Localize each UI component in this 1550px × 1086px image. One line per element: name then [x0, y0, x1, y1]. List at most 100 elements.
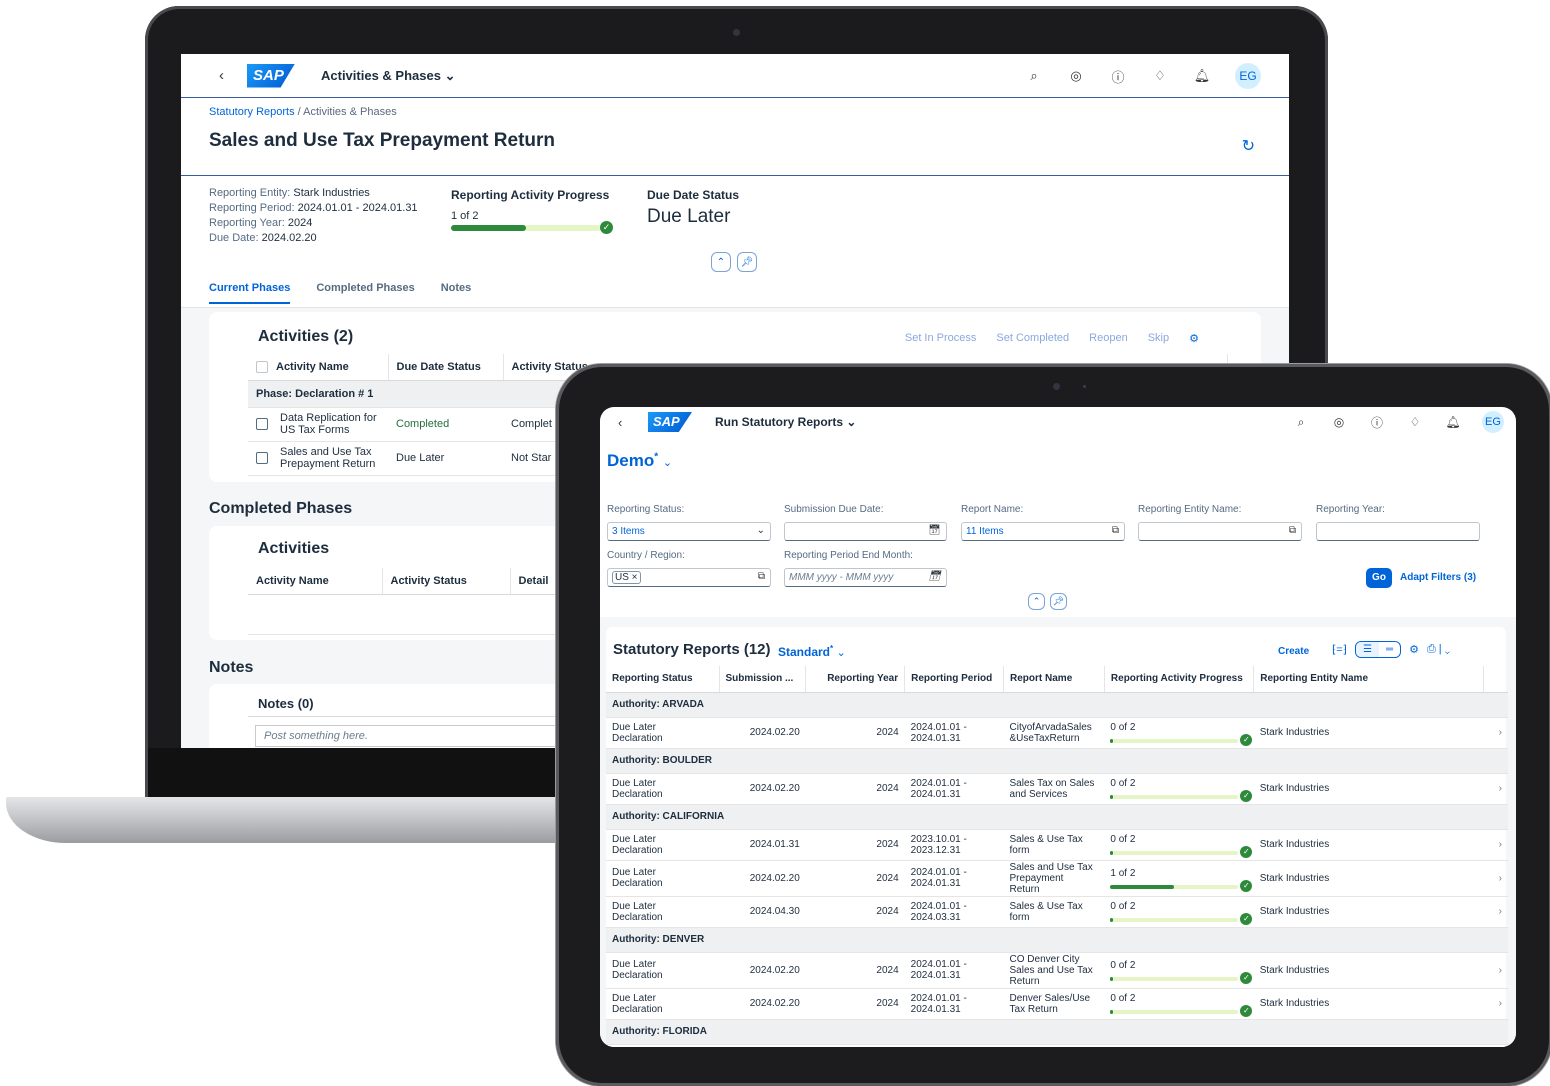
column-header[interactable]: Reporting Year [805, 666, 906, 693]
collapse-header-button[interactable]: ⌃ [1028, 593, 1045, 610]
help-icon[interactable]: ⓘ [1109, 67, 1127, 86]
avatar[interactable]: EG [1235, 63, 1261, 89]
back-button[interactable]: ‹ [219, 67, 239, 84]
bell-icon[interactable]: 🔔︎ [1193, 68, 1211, 84]
chevron-right-icon[interactable]: › [1483, 773, 1508, 805]
country-region-input[interactable]: US × ⧉ [607, 568, 771, 587]
column-header[interactable]: Reporting Entity Name [1253, 666, 1485, 693]
group-row[interactable]: Authority: DENVER [606, 927, 1508, 953]
column-header[interactable]: Reporting Status [606, 666, 720, 693]
value-help-icon[interactable]: ⧉ [1289, 525, 1296, 536]
filter-label: Country / Region: [607, 550, 685, 561]
group-row[interactable]: Authority: CALIFORNIA [606, 804, 1508, 830]
status-line: Due Later [612, 900, 656, 912]
table-row[interactable]: Due Later Declaration 2024.01.31 2024 2023.1… [606, 829, 1508, 861]
value-help-icon[interactable]: ⧉ [758, 571, 765, 582]
status-line: Due Later [612, 833, 656, 845]
calendar-icon[interactable]: 📅︎ [928, 525, 941, 536]
table-row[interactable]: Due Later Declaration 2024.04.30 2024 2024.0… [606, 896, 1508, 928]
app-title-menu[interactable]: Activities & Phases ⌄ [321, 68, 455, 84]
expand-rows-icon[interactable]: ☰ [1356, 642, 1379, 657]
column-header[interactable]: Activity Status [382, 568, 511, 595]
tab-current-phases[interactable]: Current Phases [209, 282, 291, 304]
chevron-right-icon[interactable]: › [1483, 952, 1508, 989]
note-input[interactable]: Post something here. [255, 725, 585, 747]
chevron-right-icon[interactable]: › [1483, 896, 1508, 928]
breadcrumb-link-statutory-reports[interactable]: Statutory Reports [209, 106, 295, 118]
value-help-icon[interactable]: ⧉ [1112, 525, 1119, 536]
create-button[interactable]: Create [1278, 646, 1309, 657]
progress-bar: ✓ [1110, 790, 1253, 802]
table-row[interactable]: Due Later Declaration 2024.02.20 2024 2024.0… [606, 988, 1508, 1020]
reporting-year-input[interactable] [1316, 522, 1480, 541]
table-row[interactable]: Due Later Declaration 2024.02.20 2024 2024.0… [606, 952, 1508, 989]
table-row[interactable]: Due Later Declaration 2024.02.20 2024 2024.0… [606, 860, 1508, 897]
report-name-input[interactable]: 11 Items ⧉ [961, 522, 1125, 541]
reporting-activity-progress: 0 of 2 ✓ [1104, 952, 1254, 989]
set-completed-button[interactable]: Set Completed [996, 332, 1069, 345]
sap-logo[interactable]: SAP [247, 63, 295, 88]
collapse-header-button[interactable]: ⌃ [711, 252, 731, 272]
gear-icon[interactable]: ⚙ [1189, 332, 1199, 345]
column-header[interactable]: Report Name [1003, 666, 1105, 693]
calendar-icon[interactable]: 📅︎ [928, 571, 941, 582]
tablet-sensor [1083, 385, 1086, 388]
gear-icon[interactable]: ⚙ [1409, 643, 1419, 656]
column-header[interactable]: Activity Name [248, 568, 383, 595]
app-title-menu[interactable]: Run Statutory Reports ⌄ [715, 415, 856, 429]
copilot-icon[interactable]: ◎ [1067, 68, 1085, 84]
reporting-entity-name-input[interactable]: ⧉ [1138, 522, 1302, 541]
chevron-right-icon[interactable]: › [1483, 717, 1508, 749]
table-row[interactable]: Due Later Declaration 2024.02.20 2024 2024.0… [606, 773, 1508, 805]
pin-header-button[interactable]: 📌︎ [1050, 593, 1067, 610]
reporting-status-select[interactable]: 3 Items ⌄ [607, 522, 771, 541]
reporting-activity-progress: 0 of 2 ✓ [1104, 829, 1254, 861]
search-icon[interactable]: ⌕ [1292, 415, 1310, 430]
skip-button[interactable]: Skip [1148, 332, 1169, 345]
variant-modified-mark: * [654, 451, 659, 463]
variant-selector[interactable]: Demo* ⌄ [607, 451, 672, 471]
filter-settings-icon[interactable]: ⁅=⁆ [1332, 643, 1347, 656]
table-variant-selector[interactable]: Standard* ⌄ [778, 644, 846, 659]
column-label: Activity Name [276, 360, 349, 373]
period-end-month-input[interactable]: MMM yyyy - MMM yyyy 📅︎ [784, 568, 947, 587]
sap-logo[interactable]: SAP [648, 412, 692, 432]
row-checkbox[interactable] [256, 452, 268, 464]
export-icon[interactable]: ⎙ | ⌄ [1427, 643, 1450, 656]
diamond-icon[interactable]: ♢ [1406, 415, 1424, 429]
avatar[interactable]: EG [1482, 411, 1504, 433]
period-line: 2024.01.01 - [910, 900, 967, 912]
group-row[interactable]: Authority: FLORIDA [606, 1019, 1508, 1045]
reopen-button[interactable]: Reopen [1089, 332, 1128, 345]
copilot-icon[interactable]: ◎ [1330, 415, 1348, 429]
tab-completed-phases[interactable]: Completed Phases [316, 282, 414, 304]
column-header[interactable]: Reporting Period [904, 666, 1005, 693]
table-row[interactable]: Due Later Declaration 2024.02.20 2024 2024.0… [606, 717, 1508, 749]
diamond-icon[interactable]: ♢ [1151, 68, 1169, 84]
row-checkbox[interactable] [256, 418, 268, 430]
bell-icon[interactable]: 🔔︎ [1444, 415, 1462, 429]
pin-header-button[interactable]: 📌︎ [737, 252, 757, 272]
chevron-right-icon[interactable]: › [1483, 829, 1508, 861]
search-icon[interactable]: ⌕ [1025, 68, 1043, 84]
chevron-right-icon[interactable]: › [1483, 988, 1508, 1020]
set-in-process-button[interactable]: Set In Process [905, 332, 977, 345]
tab-notes[interactable]: Notes [441, 282, 472, 304]
group-row[interactable]: Authority: BOULDER [606, 748, 1508, 774]
chevron-right-icon[interactable]: › [1483, 860, 1508, 897]
help-icon[interactable]: ⓘ [1368, 414, 1386, 431]
column-header[interactable]: Submission ... [719, 666, 807, 693]
column-header[interactable]: Activity Name [248, 354, 389, 381]
select-all-checkbox[interactable] [256, 360, 268, 373]
group-row[interactable]: Authority: ARVADA [606, 692, 1508, 718]
submission-due-date-input[interactable]: 📅︎ [784, 522, 947, 541]
collapse-rows-icon[interactable]: ═ [1379, 642, 1400, 657]
refresh-icon[interactable]: ↻ [1242, 136, 1255, 156]
attribute-label: Reporting Period: [209, 202, 295, 214]
column-header[interactable]: Due Date Status [388, 354, 504, 381]
adapt-filters-button[interactable]: Adapt Filters (3) [1400, 572, 1476, 583]
column-header[interactable]: Reporting Activity Progress [1104, 666, 1255, 693]
token-us[interactable]: US × [612, 571, 641, 584]
go-button[interactable]: Go [1366, 568, 1392, 588]
back-button[interactable]: ‹ [618, 415, 638, 430]
